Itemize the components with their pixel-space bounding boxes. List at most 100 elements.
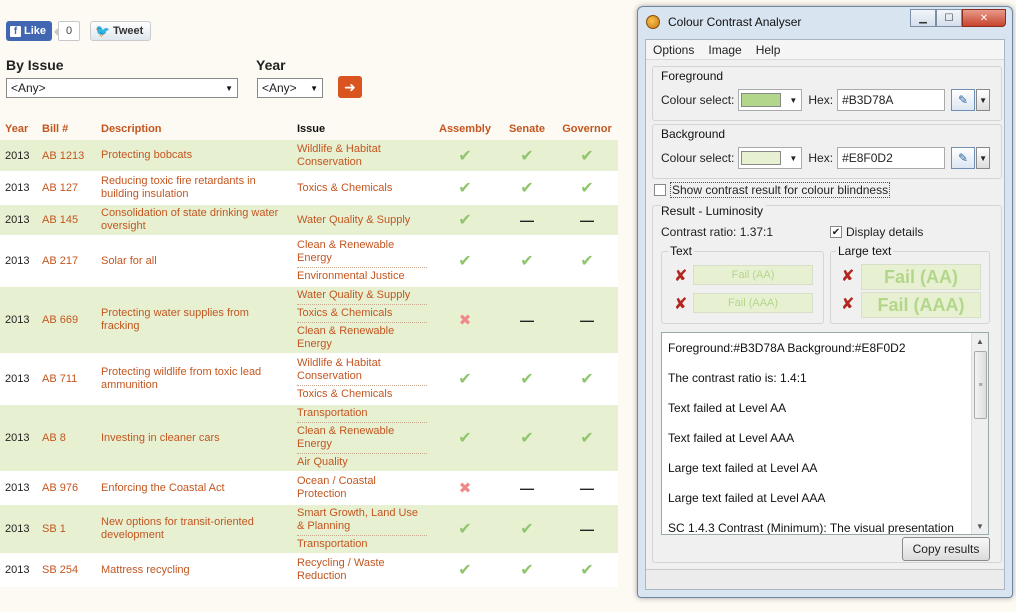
bill-link[interactable]: AB 8 (37, 404, 96, 473)
chevron-down-icon[interactable]: ▼ (976, 89, 991, 111)
bill-link[interactable]: SB 1 (37, 504, 96, 555)
display-details-checkbox[interactable]: ✔ Display details (830, 225, 923, 239)
issue-link[interactable]: Transportation (297, 405, 427, 422)
bill-link[interactable]: AB 127 (37, 172, 96, 205)
close-button[interactable]: ✕ (962, 9, 1006, 27)
description-link[interactable]: Reducing toxic fire retardants in buildi… (96, 172, 292, 205)
bill-link[interactable]: AB 711 (37, 354, 96, 405)
foreground-hex-input[interactable]: #B3D78A (837, 89, 946, 111)
description-link[interactable]: Mattress recycling (96, 554, 292, 587)
year-cell: 2013 (0, 236, 37, 287)
table-row: 2013 AB 1213 Protecting bobcats Wildlife & … (0, 140, 618, 173)
col-senate-header[interactable]: Senate (498, 118, 556, 140)
chevron-down-icon[interactable]: ▼ (976, 147, 991, 169)
chevron-down-icon: ▼ (789, 95, 798, 105)
eyedropper-icon[interactable]: ✎ (951, 147, 976, 169)
issue-link[interactable]: Water Quality & Supply (297, 287, 427, 304)
issue-link[interactable]: Environmental Justice (297, 267, 427, 285)
bill-link[interactable]: SB 254 (37, 554, 96, 587)
governor-vote-cell: ✔ (556, 140, 618, 173)
issue-select[interactable]: <Any> ▼ (6, 78, 238, 98)
details-line: Text failed at Level AA (668, 401, 787, 415)
senate-vote-cell: ✔ (498, 236, 556, 287)
table-row: 2013 AB 711 Protecting wildlife from toxic… (0, 354, 618, 405)
governor-vote-cell: ✔ (556, 172, 618, 205)
year-cell: 2013 (0, 204, 37, 237)
dash-icon: — (580, 212, 594, 228)
bill-link[interactable]: AB 145 (37, 204, 96, 237)
col-governor-header[interactable]: Governor (556, 118, 618, 140)
description-link[interactable]: Protecting water supplies from fracking (96, 286, 292, 355)
title-bar[interactable]: Colour Contrast Analyser ▁ ☐ ✕ (638, 7, 1012, 37)
foreground-colour-select-label: Colour select: (661, 93, 735, 107)
assembly-vote-cell: ✔ (432, 172, 498, 205)
bill-link[interactable]: AB 1213 (37, 140, 96, 173)
palette-icon (646, 15, 660, 29)
issue-link[interactable]: Clean & Renewable Energy (297, 322, 427, 353)
bill-link[interactable]: AB 217 (37, 236, 96, 287)
issue-cell: Clean & Renewable Energy Environmental Ju… (292, 236, 432, 287)
details-scrollbar[interactable]: ▲ ≡ ▼ (971, 333, 988, 534)
description-link[interactable]: Enforcing the Coastal Act (96, 472, 292, 505)
bill-link[interactable]: AB 976 (37, 472, 96, 505)
menu-options[interactable]: Options (653, 43, 694, 57)
copy-results-button[interactable]: Copy results (902, 537, 990, 561)
eyedropper-icon[interactable]: ✎ (951, 89, 976, 111)
text-fail-aaa: Fail (AAA) (693, 293, 813, 313)
issue-link[interactable]: Toxics & Chemicals (297, 304, 427, 322)
issue-link[interactable]: Ocean / Coastal Protection (297, 473, 427, 503)
description-link[interactable]: New options for transit-oriented develop… (96, 504, 292, 555)
issue-link[interactable]: Smart Growth, Land Use & Planning (297, 505, 427, 535)
issue-link[interactable]: Air Quality (297, 453, 427, 471)
maximize-button[interactable]: ☐ (936, 9, 962, 27)
fail-x-icon: ✘ (674, 268, 688, 285)
details-line: The contrast ratio is: 1.4:1 (668, 371, 807, 385)
governor-vote-cell: ✔ (556, 236, 618, 287)
col-bill-header[interactable]: Bill # (37, 118, 96, 140)
assembly-vote-cell: ✔ (432, 204, 498, 237)
scroll-thumb[interactable]: ≡ (974, 351, 987, 419)
bill-link[interactable]: AB 669 (37, 286, 96, 355)
issue-link[interactable]: Water Quality & Supply (297, 212, 427, 229)
foreground-colour-select[interactable]: ▼ (738, 89, 803, 111)
menu-help[interactable]: Help (756, 43, 781, 57)
issue-cell: Wildlife & Habitat Conservation Toxics & … (292, 354, 432, 405)
background-colour-select[interactable]: ▼ (738, 147, 803, 169)
year-cell: 2013 (0, 172, 37, 205)
description-link[interactable]: Consolidation of state drinking water ov… (96, 204, 292, 237)
issue-cell: Smart Growth, Land Use & Planning Transpo… (292, 504, 432, 555)
facebook-like-button[interactable]: f Like (6, 21, 53, 41)
cross-icon: ✖ (458, 312, 472, 329)
tweet-button[interactable]: 🐦 Tweet (90, 21, 152, 41)
scroll-down-icon[interactable]: ▼ (972, 518, 988, 534)
issue-link[interactable]: Clean & Renewable Energy (297, 422, 427, 453)
description-link[interactable]: Investing in cleaner cars (96, 404, 292, 473)
issue-link[interactable]: Wildlife & Habitat Conservation (297, 141, 427, 171)
year-select[interactable]: <Any> ▼ (257, 78, 323, 98)
background-hex-input[interactable]: #E8F0D2 (837, 147, 946, 169)
menu-image[interactable]: Image (708, 43, 741, 57)
scroll-up-icon[interactable]: ▲ (972, 333, 988, 349)
go-button[interactable]: ➜ (338, 76, 362, 98)
issue-link[interactable]: Wildlife & Habitat Conservation (297, 355, 427, 385)
minimize-button[interactable]: ▁ (910, 9, 936, 27)
issue-link[interactable]: Recycling / Waste Reduction (297, 555, 427, 585)
display-details-checkbox-box[interactable]: ✔ (830, 226, 842, 238)
window-title: Colour Contrast Analyser (668, 15, 802, 29)
display-details-label: Display details (846, 225, 924, 239)
col-assembly-header[interactable]: Assembly (432, 118, 498, 140)
col-year-header[interactable]: Year (0, 118, 37, 140)
details-textarea[interactable]: Foreground:#B3D78A Background:#E8F0D2 The… (661, 332, 989, 535)
description-link[interactable]: Protecting wildlife from toxic lead ammu… (96, 354, 292, 405)
description-link[interactable]: Solar for all (96, 236, 292, 287)
issue-link[interactable]: Clean & Renewable Energy (297, 237, 427, 267)
colour-blindness-label: Show contrast result for colour blindnes… (670, 182, 891, 198)
issue-link[interactable]: Toxics & Chemicals (297, 385, 427, 403)
colour-blindness-checkbox[interactable]: Show contrast result for colour blindnes… (654, 182, 891, 198)
description-link[interactable]: Protecting bobcats (96, 140, 292, 173)
colour-blindness-checkbox-box[interactable] (654, 184, 666, 196)
check-icon: ✔ (458, 430, 472, 447)
col-description-header[interactable]: Description (96, 118, 292, 140)
issue-link[interactable]: Transportation (297, 535, 427, 553)
issue-link[interactable]: Toxics & Chemicals (297, 180, 427, 197)
